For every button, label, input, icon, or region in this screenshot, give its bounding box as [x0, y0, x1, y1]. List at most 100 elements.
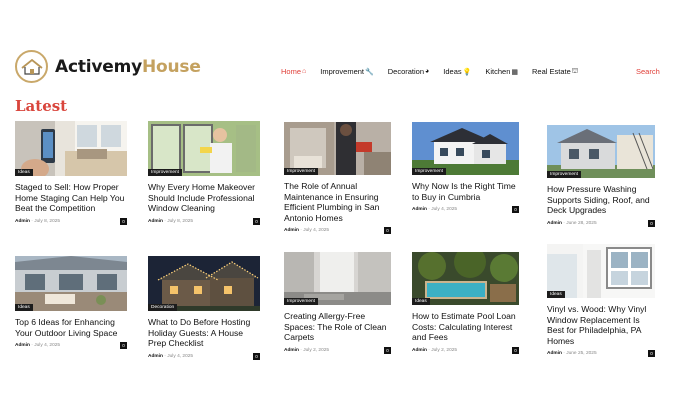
category-badge[interactable]: Ideas: [547, 291, 565, 298]
article-thumbnail[interactable]: Improvement: [412, 122, 519, 175]
article-thumbnail[interactable]: Improvement: [547, 125, 655, 178]
comment-count[interactable]: 0: [512, 346, 519, 354]
comment-count[interactable]: 0: [253, 217, 260, 225]
author-name[interactable]: Admin: [547, 221, 562, 226]
nav-label: Kitchen: [485, 67, 511, 76]
article-meta: Admin · July 2, 2025 0: [412, 346, 519, 356]
comment-count[interactable]: 0: [120, 217, 127, 225]
nav-decoration[interactable]: Decoration ◕: [388, 67, 430, 76]
post-date: July 4, 2025: [431, 207, 458, 213]
article-card[interactable]: Decoration What to Do Before Hosting Hol…: [148, 256, 260, 362]
article-thumbnail[interactable]: Improvement: [148, 121, 260, 176]
author-name[interactable]: Admin: [284, 348, 299, 353]
section-title: Latest: [15, 97, 68, 115]
article-meta: Admin · June 28, 2025 0: [547, 219, 655, 229]
author-name[interactable]: Admin: [148, 354, 163, 359]
article-title[interactable]: Why Now Is the Right Time to Buy in Cumb…: [412, 181, 519, 202]
kitchen-icon: ▦: [511, 68, 518, 76]
comment-count[interactable]: 0: [384, 346, 391, 354]
article-meta: Admin · July 4, 2025 0: [15, 342, 127, 351]
post-date: June 28, 2025: [566, 220, 597, 226]
article-title[interactable]: Top 6 Ideas for Enhancing Your Outdoor L…: [15, 317, 127, 338]
article-card[interactable]: Improvement Why Every Home Makeover Shou…: [148, 121, 260, 227]
nav-real-estate[interactable]: Real Estate ⛫: [532, 67, 578, 76]
comment-count[interactable]: 0: [253, 352, 260, 360]
article-title[interactable]: The Role of Annual Maintenance in Ensuri…: [284, 181, 391, 223]
search-button[interactable]: Search: [636, 67, 660, 76]
article-meta: Admin · July 2, 2025 0: [284, 346, 391, 356]
post-date: July 2, 2025: [431, 347, 458, 353]
article-thumbnail[interactable]: Ideas: [547, 244, 655, 298]
article-thumbnail[interactable]: Ideas: [15, 256, 127, 311]
category-badge[interactable]: Improvement: [547, 171, 581, 178]
article-card[interactable]: Improvement Creating Allergy-Free Spaces…: [284, 252, 391, 356]
nav-improvement[interactable]: Improvement 🔧: [320, 67, 374, 76]
category-badge[interactable]: Improvement: [148, 169, 182, 176]
comment-count[interactable]: 0: [120, 342, 127, 350]
nav-ideas[interactable]: Ideas 💡: [443, 67, 471, 76]
nav-kitchen[interactable]: Kitchen ▦: [485, 67, 518, 76]
author-name[interactable]: Admin: [15, 343, 30, 348]
article-title[interactable]: Vinyl vs. Wood: Why Vinyl Window Replace…: [547, 304, 655, 346]
article-meta: Admin · July 4, 2025 0: [412, 206, 519, 215]
category-badge[interactable]: Ideas: [412, 298, 430, 305]
article-meta: Admin · June 25, 2025 0: [547, 350, 655, 359]
author-name[interactable]: Admin: [412, 207, 427, 212]
author-name[interactable]: Admin: [547, 351, 562, 356]
article-thumbnail[interactable]: Improvement: [284, 122, 391, 175]
buildings-icon: ⛫: [571, 68, 579, 75]
brand-name: ActivemyHouse: [55, 57, 201, 77]
author-name[interactable]: Admin: [412, 348, 427, 353]
article-card[interactable]: Ideas Top 6 Ideas for Enhancing Your Out…: [15, 256, 127, 351]
author-name[interactable]: Admin: [284, 228, 299, 233]
article-card[interactable]: Ideas Staged to Sell: How Proper Home St…: [15, 121, 127, 227]
article-meta: Admin · July 8, 2025 0: [15, 217, 127, 227]
comment-count[interactable]: 0: [384, 227, 391, 235]
post-date: July 4, 2025: [167, 353, 194, 359]
article-title[interactable]: How to Estimate Pool Loan Costs: Calcula…: [412, 311, 519, 343]
comment-count[interactable]: 0: [648, 350, 655, 358]
site-logo[interactable]: ActivemyHouse: [15, 50, 201, 83]
nav-label: Ideas: [443, 67, 462, 76]
article-thumbnail[interactable]: Ideas: [412, 252, 519, 305]
author-name[interactable]: Admin: [148, 219, 163, 224]
article-thumbnail[interactable]: Improvement: [284, 252, 391, 305]
article-title[interactable]: What to Do Before Hosting Holiday Guests…: [148, 317, 260, 349]
post-date: July 4, 2025: [34, 343, 61, 349]
main-nav: Home ⌂ Improvement 🔧 Decoration ◕ Ideas 💡 Ki…: [281, 67, 592, 76]
category-badge[interactable]: Improvement: [284, 168, 318, 175]
article-card[interactable]: Ideas Vinyl vs. Wood: Why Vinyl Window R…: [547, 244, 655, 359]
post-date: July 8, 2025: [34, 218, 61, 224]
nav-label: Decoration: [387, 67, 425, 76]
article-title[interactable]: Why Every Home Makeover Should Include P…: [148, 182, 260, 214]
article-title[interactable]: Creating Allergy-Free Spaces: The Role o…: [284, 311, 391, 343]
category-badge[interactable]: Decoration: [148, 304, 178, 311]
comment-count[interactable]: 0: [512, 206, 519, 214]
article-meta: Admin · July 4, 2025 0: [284, 227, 391, 236]
article-card[interactable]: Improvement How Pressure Washing Support…: [547, 125, 655, 229]
nav-label: Real Estate: [532, 67, 571, 76]
paint-icon: ◕: [425, 68, 430, 75]
article-thumbnail[interactable]: Decoration: [148, 256, 260, 311]
article-card[interactable]: Ideas How to Estimate Pool Loan Costs: C…: [412, 252, 519, 356]
article-title[interactable]: How Pressure Washing Supports Siding, Ro…: [547, 184, 655, 216]
post-date: June 25, 2025: [566, 351, 597, 357]
article-title[interactable]: Staged to Sell: How Proper Home Staging …: [15, 182, 127, 214]
article-thumbnail[interactable]: Ideas: [15, 121, 127, 176]
author-name[interactable]: Admin: [15, 219, 30, 224]
category-badge[interactable]: Improvement: [412, 168, 446, 175]
article-meta: Admin · July 4, 2025 0: [148, 352, 260, 362]
wrench-icon: 🔧: [365, 68, 374, 76]
category-badge[interactable]: Ideas: [15, 169, 33, 176]
category-badge[interactable]: Ideas: [15, 304, 33, 311]
post-date: July 8, 2025: [167, 218, 194, 224]
article-card[interactable]: Improvement The Role of Annual Maintenan…: [284, 122, 391, 236]
bulb-icon: 💡: [462, 68, 472, 76]
comment-count[interactable]: 0: [648, 219, 655, 227]
house-logo-icon: [15, 50, 48, 83]
post-date: July 2, 2025: [303, 347, 330, 353]
category-badge[interactable]: Improvement: [284, 298, 318, 305]
article-card[interactable]: Improvement Why Now Is the Right Time to…: [412, 122, 519, 215]
brand-part-1: Activemy: [55, 56, 142, 77]
nav-home[interactable]: Home ⌂: [281, 67, 306, 76]
